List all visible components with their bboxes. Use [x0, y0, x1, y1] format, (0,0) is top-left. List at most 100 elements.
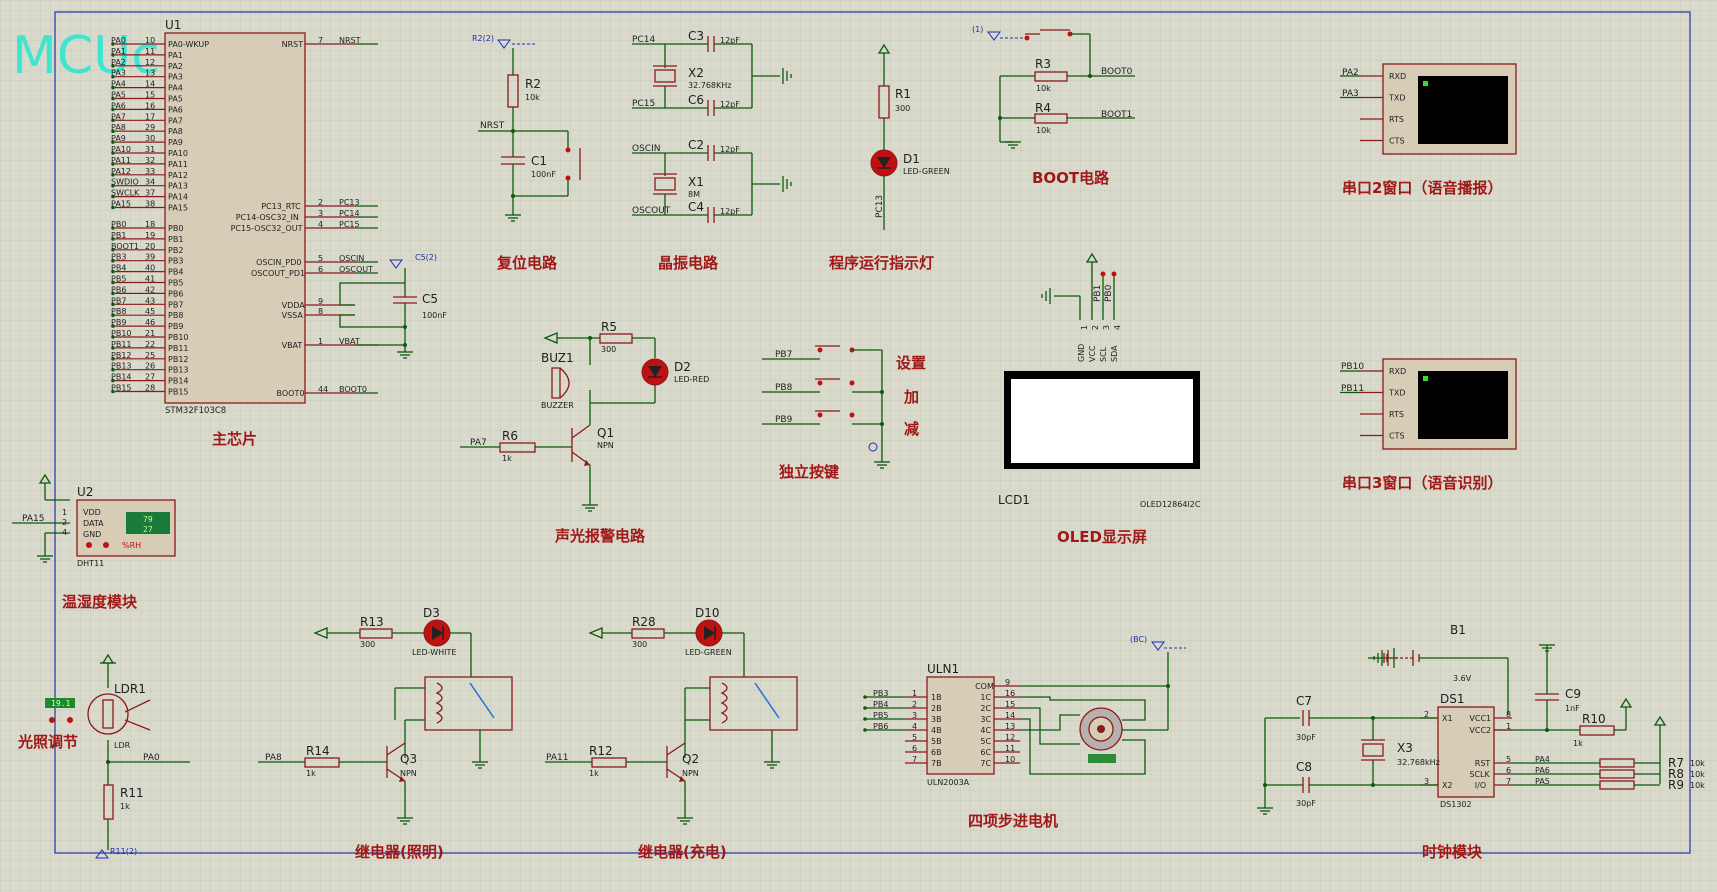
- ldr-part: LDR: [114, 741, 131, 750]
- r14-ref: R14: [306, 744, 330, 758]
- r10-ref: R10: [1582, 712, 1606, 726]
- dht-temp: 79: [143, 515, 153, 524]
- oled-pin-gnd: GND: [1077, 344, 1086, 362]
- mcu-pin-number: 2: [318, 198, 323, 207]
- uart2-screen: [1418, 76, 1508, 144]
- oled-ref: LCD1: [998, 493, 1030, 507]
- mcu-pin-number: 21: [145, 329, 155, 338]
- run-led-net: PC13: [875, 195, 885, 218]
- mcu-pin-number: 42: [145, 285, 155, 294]
- ldr-down-button[interactable]: [49, 717, 55, 723]
- mcu-pin-name: PA10: [168, 149, 188, 158]
- uln-net-label: PB3: [873, 689, 888, 698]
- r10-value: 1k: [1573, 739, 1583, 748]
- mcu-pin-name: PA1: [168, 51, 183, 60]
- c5-probe-label: C5(2): [415, 253, 437, 262]
- uln-ref: ULN1: [927, 662, 959, 676]
- mcu-pin-number: 29: [145, 123, 155, 132]
- section-crystal: 晶振电路: [658, 254, 719, 272]
- boot-probe-label: (1): [972, 25, 983, 34]
- c6-ref: C6: [688, 93, 704, 107]
- c5-ref: C5: [422, 292, 438, 306]
- uln-pin-name: 4C: [980, 726, 991, 735]
- section-uart3: 串口3窗口（语音识别）: [1342, 474, 1502, 492]
- mcu-pin-net: BOOT0: [339, 385, 367, 394]
- r13-ref: R13: [360, 615, 384, 629]
- mcu-pin-net: PB14: [111, 373, 132, 382]
- r2-value: 10k: [525, 93, 540, 102]
- mcu-pin-number: 39: [145, 253, 155, 262]
- uln-net-end: [863, 717, 867, 721]
- mcu-pin-number: 38: [145, 200, 155, 209]
- mcu-pin-name: PA7: [168, 116, 183, 125]
- uln-pin-number: 16: [1005, 689, 1015, 698]
- mcu-pin-net: PB4: [111, 264, 126, 273]
- mcu-pin-number: 15: [145, 91, 155, 100]
- mcu-pin-number: 28: [145, 384, 155, 393]
- uart3-screen: [1418, 371, 1508, 439]
- mcu-pin-net: PB3: [111, 253, 126, 262]
- uart-pin-name: RTS: [1389, 115, 1404, 124]
- uln-pin-number: 12: [1005, 733, 1015, 742]
- ds-part: DS1302: [1440, 800, 1472, 809]
- c4-value: 12pF: [720, 207, 740, 216]
- mcu-ref: U1: [165, 18, 181, 32]
- uart-pin-name: CTS: [1389, 137, 1405, 146]
- uln-pin-number: 11: [1005, 744, 1015, 753]
- mcu-pin-name: PA13: [168, 182, 188, 191]
- ds-pin-number: 6: [1506, 766, 1511, 775]
- mcu-pin-name: PB7: [168, 300, 183, 309]
- mcu-pin-number: 27: [145, 373, 155, 382]
- r13-value: 300: [360, 640, 375, 649]
- q3-value: NPN: [400, 769, 417, 778]
- oled-pin4-num: 4: [1113, 325, 1122, 330]
- ds-pin-name: VCC2: [1469, 726, 1491, 735]
- dht-up-button[interactable]: [103, 542, 109, 548]
- pullup-value: 10k: [1690, 781, 1705, 790]
- q1-ref: Q1: [597, 426, 614, 440]
- oled-pin3-num: 3: [1102, 325, 1111, 330]
- uln-pin-name: 1B: [931, 693, 942, 702]
- mcu-pin-net: BOOT1: [111, 242, 139, 251]
- uln-net-label: PB6: [873, 722, 888, 731]
- buz-value: BUZZER: [541, 401, 574, 410]
- mcu-pin-net: PA6: [111, 101, 126, 110]
- mcu-pin-name: PB5: [168, 279, 183, 288]
- c9-value: 1nF: [1565, 704, 1580, 713]
- uln-pin-number: 14: [1005, 711, 1015, 720]
- q2-ref: Q2: [682, 752, 699, 766]
- mcu-pin-number: 43: [145, 296, 155, 305]
- q3-ref: Q3: [400, 752, 417, 766]
- uln-net-label: PB5: [873, 711, 888, 720]
- mcu-pin-name: PA0-WKUP: [168, 40, 209, 49]
- r11-probe-label: R11(2): [110, 847, 137, 856]
- dht-part: DHT11: [77, 559, 104, 568]
- x1-ref: X1: [688, 175, 704, 189]
- r3-value: 10k: [1036, 84, 1051, 93]
- mcu-pin-net: PC14: [339, 209, 360, 218]
- r6-ref: R6: [502, 429, 518, 443]
- oled-pin1-num: 1: [1080, 325, 1089, 330]
- r12-ref: R12: [589, 744, 613, 758]
- mcu-pin-net: PB8: [111, 307, 126, 316]
- ds-pin-number: 7: [1506, 777, 1511, 786]
- section-main-chip: 主芯片: [212, 430, 257, 448]
- mcu-pin-name: PB11: [168, 344, 189, 353]
- uln-net-end: [863, 695, 867, 699]
- c3-value: 12pF: [720, 36, 740, 45]
- uln-pin-number: 10: [1005, 755, 1015, 764]
- dht-pin-vdd: VDD: [83, 508, 101, 517]
- mcu-pin-number: 19: [145, 231, 155, 240]
- ds-pin-name: X2: [1442, 781, 1453, 790]
- mcu-pin-net: PB10: [111, 329, 132, 338]
- mcu-pin-net: PB6: [111, 285, 126, 294]
- mcu-pin-net: PA3: [111, 69, 126, 78]
- mcu-pin-name: PB0: [168, 224, 183, 233]
- dht-down-button[interactable]: [86, 542, 92, 548]
- r4-ref: R4: [1035, 101, 1051, 115]
- dht-pin4-num: 4: [62, 528, 67, 537]
- ldr-up-button[interactable]: [67, 717, 73, 723]
- uart2-net-pa2: PA2: [1342, 68, 1359, 78]
- section-oled: OLED显示屏: [1057, 528, 1147, 546]
- mcu-pin-net: PA7: [111, 112, 126, 121]
